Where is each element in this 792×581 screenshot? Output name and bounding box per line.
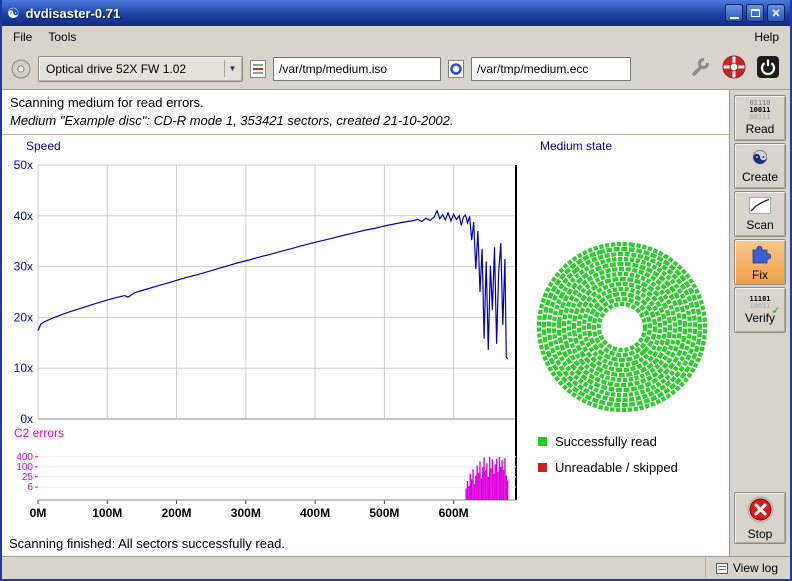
status-line-1: Scanning medium for read errors. [10, 95, 721, 110]
stop-button[interactable]: Stop [734, 492, 786, 544]
chevron-down-icon: ▼ [224, 60, 240, 77]
fix-button-label: Fix [752, 268, 768, 282]
toolbar: Optical drive 52X FW 1.02 ▼ [2, 48, 790, 90]
view-log-button[interactable]: View log [705, 558, 782, 578]
svg-text:200M: 200M [162, 506, 192, 520]
legend-read-label: Successfully read [555, 434, 657, 449]
maximize-icon [751, 9, 760, 17]
scan-result-status: Scanning finished: All sectors successfu… [9, 536, 285, 551]
verify-icon: 11101 10011 ✓ [749, 296, 770, 310]
legend-skipped-label: Unreadable / skipped [555, 460, 678, 475]
log-window-icon [716, 563, 728, 574]
app-window: ☯ dvdisaster-0.71 ✕ File Tools Help Opti… [0, 0, 792, 581]
scan-curve-icon [749, 197, 771, 217]
stop-icon [747, 496, 774, 526]
create-button-label: Create [742, 170, 778, 184]
help-button[interactable] [720, 55, 748, 83]
menu-help[interactable]: Help [746, 27, 787, 47]
scan-button-label: Scan [746, 218, 773, 232]
view-log-label: View log [733, 561, 778, 575]
maximize-button[interactable] [746, 4, 764, 22]
close-icon: ✕ [771, 7, 780, 20]
svg-text:600M: 600M [439, 506, 469, 520]
read-icon: 01110 10011 00111 [749, 100, 770, 121]
statusbar: View log [2, 556, 790, 579]
medium-state-disc [535, 240, 709, 414]
ecc-path-input[interactable] [471, 57, 631, 81]
legend-item-skipped: Unreadable / skipped [538, 460, 678, 475]
svg-text:6: 6 [27, 482, 33, 493]
svg-text:300M: 300M [231, 506, 261, 520]
menu-file[interactable]: File [5, 27, 40, 47]
verify-button[interactable]: 11101 10011 ✓ Verify [734, 287, 786, 333]
power-icon [756, 55, 780, 82]
action-sidebar: 01110 10011 00111 Read ☯ Create Scan Fix… [731, 90, 790, 556]
preferences-button[interactable] [686, 55, 714, 83]
window-title: dvdisaster-0.71 [26, 6, 722, 21]
svg-text:0M: 0M [30, 506, 47, 520]
svg-text:50x: 50x [14, 158, 33, 172]
stop-button-label: Stop [748, 527, 773, 541]
verify-button-label: Verify [745, 311, 775, 325]
status-line-2: Medium "Example disc": CD-R mode 1, 3534… [10, 113, 721, 128]
drive-select-value: Optical drive 52X FW 1.02 [46, 62, 220, 76]
minimize-icon [730, 17, 739, 19]
minimize-button[interactable] [725, 4, 743, 22]
iso-file-icon [249, 59, 267, 79]
app-icon: ☯ [7, 6, 20, 20]
read-swatch-icon [538, 437, 547, 446]
svg-text:20x: 20x [14, 310, 33, 324]
svg-text:40x: 40x [14, 209, 33, 223]
titlebar[interactable]: ☯ dvdisaster-0.71 ✕ [2, 0, 790, 26]
svg-text:10x: 10x [14, 361, 33, 375]
yin-yang-icon: ☯ [751, 149, 768, 169]
svg-text:400M: 400M [300, 506, 330, 520]
svg-text:0x: 0x [20, 412, 33, 426]
legend-item-read: Successfully read [538, 434, 678, 449]
puzzle-icon [749, 242, 771, 267]
scan-button[interactable]: Scan [734, 191, 786, 237]
svg-text:500M: 500M [369, 506, 399, 520]
svg-text:100M: 100M [92, 506, 122, 520]
svg-text:30x: 30x [14, 260, 33, 274]
check-icon: ✓ [772, 307, 779, 314]
status-head: Scanning medium for read errors. Medium … [2, 90, 729, 135]
main-content: Scanning medium for read errors. Medium … [2, 90, 730, 556]
read-button[interactable]: 01110 10011 00111 Read [734, 95, 786, 141]
iso-path-input[interactable] [273, 57, 441, 81]
close-button[interactable]: ✕ [767, 4, 785, 22]
chart-legend: Successfully read Unreadable / skipped [538, 434, 678, 486]
fix-button[interactable]: Fix [734, 239, 786, 285]
menubar: File Tools Help [2, 26, 790, 48]
create-button[interactable]: ☯ Create [734, 143, 786, 189]
skipped-swatch-icon [538, 463, 547, 472]
drive-icon [10, 58, 32, 80]
read-button-label: Read [746, 122, 775, 136]
wrench-icon [688, 55, 712, 82]
menu-tools[interactable]: Tools [40, 27, 84, 47]
lifebuoy-icon [721, 54, 747, 83]
quit-button[interactable] [754, 55, 782, 83]
drive-select[interactable]: Optical drive 52X FW 1.02 ▼ [38, 56, 243, 82]
ecc-file-icon [447, 59, 465, 79]
